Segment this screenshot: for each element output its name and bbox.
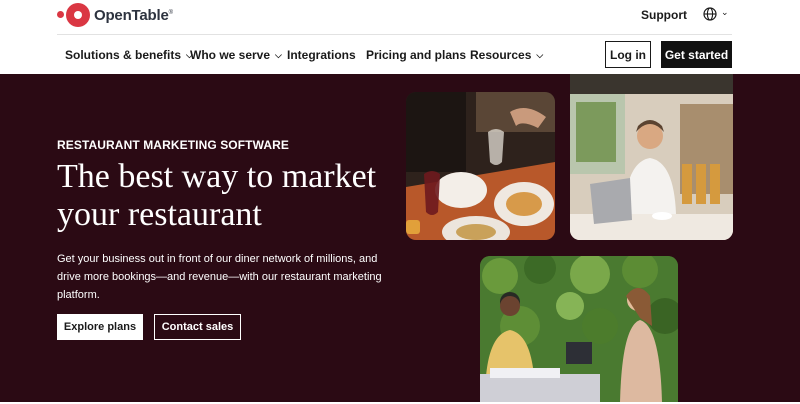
contact-sales-button[interactable]: Contact sales: [154, 314, 241, 340]
hero-subtext: Get your business out in front of our di…: [57, 253, 382, 301]
hero-headline: The best way to market your restaurant: [57, 158, 377, 233]
nav-divider: [57, 34, 732, 35]
nav-item-who-we-serve[interactable]: Who we serve ⌵: [190, 48, 282, 62]
nav-item-label: Solutions & benefits: [65, 48, 182, 62]
chevron-down-icon[interactable]: ⌄: [721, 7, 729, 18]
support-link[interactable]: Support: [641, 8, 687, 22]
brand-name: OpenTable®: [94, 6, 173, 24]
chevron-down-icon: ⌵: [275, 49, 282, 60]
nav-item-resources[interactable]: Resources ⌵: [470, 48, 543, 62]
nav-item-label: Integrations: [287, 48, 356, 62]
nav-item-integrations[interactable]: Integrations: [287, 48, 356, 62]
opentable-logo[interactable]: OpenTable®: [57, 3, 173, 27]
explore-plans-button[interactable]: Explore plans: [57, 314, 143, 340]
login-button[interactable]: Log in: [605, 41, 651, 68]
opentable-logo-icon: [57, 3, 91, 27]
host-stand-photo: [480, 256, 678, 402]
man-with-laptop-photo: [570, 74, 733, 240]
nav-item-pricing-plans[interactable]: Pricing and plans: [366, 48, 466, 62]
top-bar: OpenTable® Support ⌄: [0, 0, 800, 33]
chevron-down-icon: ⌵: [536, 49, 544, 60]
nav-item-solutions-benefits[interactable]: Solutions & benefits ⌵: [65, 48, 193, 62]
globe-icon[interactable]: [703, 7, 717, 21]
nav-item-label: Resources: [470, 48, 532, 62]
dining-table-photo: [406, 92, 555, 240]
hero-eyebrow: RESTAURANT MARKETING SOFTWARE: [57, 138, 290, 152]
nav-item-label: Pricing and plans: [366, 48, 467, 62]
get-started-button[interactable]: Get started: [661, 41, 732, 68]
nav-item-label: Who we serve: [190, 48, 271, 62]
